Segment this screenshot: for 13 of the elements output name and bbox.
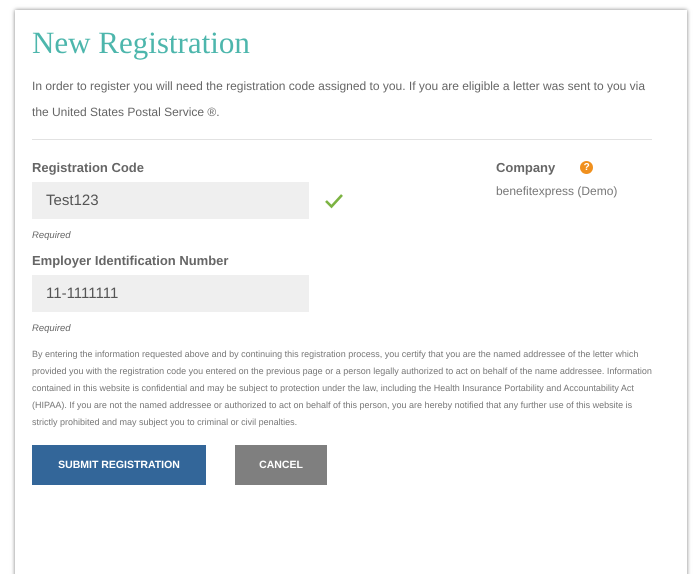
required-hint: Required [32, 323, 72, 334]
input-field[interactable]: Test123 [32, 182, 309, 219]
cancel-button[interactable]: CANCEL [235, 445, 327, 485]
disclaimer-text: By entering the information requested above and by continuing this registration process, you certify that you are the named addressee of the letter which provided you with the registration code you entered on the previous page or a person legally authorized to act on behalf of the name addressee. Information contained in this website is confidential and may be subject to protection under the law, including the Health Insurance Portability and Accountability Act (HIPAA). If you are not the named addressee or authorized to act on behalf of this person, you are hereby notified that any further use of this website is strictly prohibited and may subject you to criminal or civil penalties. [32, 348, 652, 429]
input-field[interactable]: 11-1111111 [32, 275, 309, 312]
page-title: New Registration [32, 26, 251, 60]
field-label: Employer Identification Number [32, 253, 230, 268]
submit-button[interactable]: SUBMIT REGISTRATION [32, 445, 206, 485]
required-hint: Required [32, 230, 72, 241]
company-label: Company [496, 160, 556, 175]
intro-text: In order to register you will need the registration code assigned to you. If you are eligible a letter was sent to you via the United States Postal Service ®. [32, 78, 646, 121]
company-name: benefitexpress (Demo) [496, 184, 618, 198]
field-label: Registration Code [32, 160, 145, 175]
